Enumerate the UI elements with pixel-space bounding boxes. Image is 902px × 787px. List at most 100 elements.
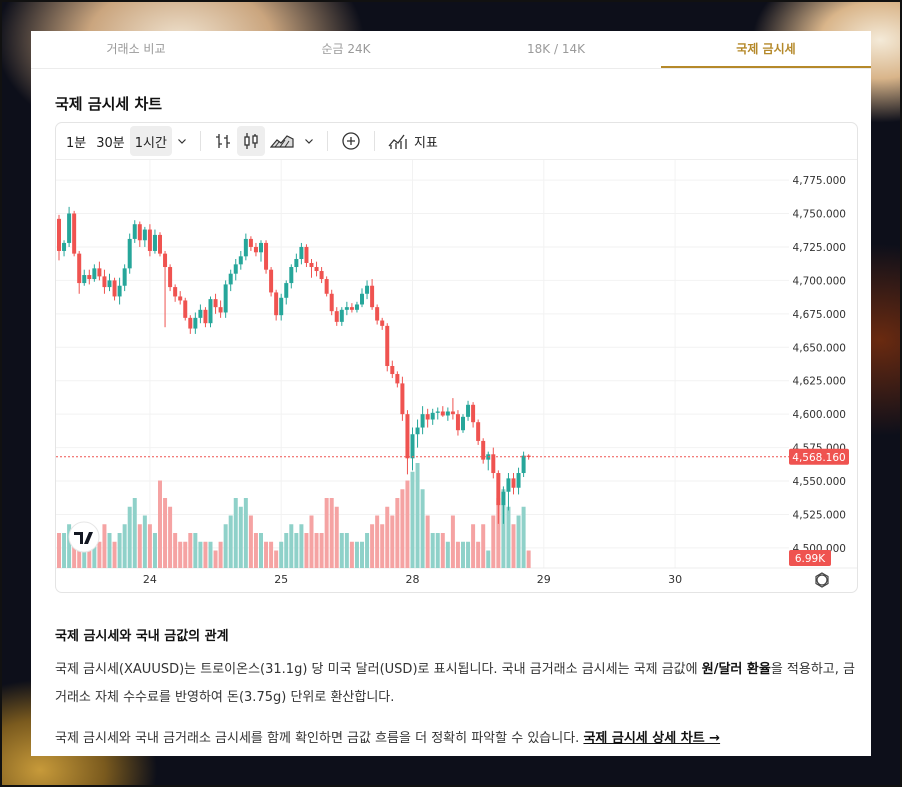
price-chart-widget[interactable]: 1분 30분 1시간 지표 4,775.000 4,750.000 4,725.… — [55, 122, 858, 593]
volume-bar — [122, 524, 127, 568]
candle-body — [72, 213, 77, 254]
x-tick-label: 30 — [668, 573, 682, 586]
candle-body — [339, 309, 344, 322]
candle-body — [294, 258, 299, 268]
volume-bar — [183, 541, 188, 568]
interval-30m-button[interactable]: 30분 — [91, 126, 130, 156]
y-tick-label: 4,700.000 — [793, 275, 846, 287]
candle-body — [132, 224, 137, 239]
candle-body — [344, 307, 349, 310]
indicators-button[interactable]: 지표 — [383, 126, 443, 156]
add-compare-icon[interactable] — [336, 126, 366, 156]
candle-body — [218, 307, 223, 313]
candle-body — [213, 299, 218, 308]
volume-bar — [158, 480, 162, 568]
candle-body — [253, 246, 258, 253]
tab-international-gold[interactable]: 국제 금시세 — [661, 31, 871, 68]
candle-body — [390, 366, 395, 375]
settings-gear-icon[interactable] — [816, 574, 828, 586]
candle-body — [455, 414, 460, 431]
toolbar-divider — [326, 131, 328, 151]
volume-bar — [279, 541, 284, 568]
chevron-down-icon[interactable] — [299, 126, 319, 156]
x-tick-label: 29 — [537, 573, 551, 586]
candle-body — [183, 300, 188, 318]
candle-body — [127, 238, 132, 269]
volume-bar — [314, 533, 319, 568]
volume-bar — [400, 489, 405, 568]
volume-bar — [471, 524, 476, 568]
candle-body — [62, 242, 67, 251]
y-tick-label: 4,650.000 — [793, 342, 846, 354]
chevron-down-icon[interactable] — [172, 126, 192, 156]
tab-18k-14k[interactable]: 18K / 14K — [451, 31, 661, 68]
y-tick-label: 4,525.000 — [793, 509, 846, 521]
candle-body — [324, 279, 329, 294]
candle-body — [102, 276, 107, 288]
volume-bar — [299, 524, 304, 568]
volume-bar — [445, 541, 450, 568]
candle-body — [203, 309, 208, 324]
candle-body — [516, 473, 521, 488]
candle-body — [496, 473, 501, 506]
candle-body — [223, 284, 228, 313]
volume-bar — [264, 541, 269, 568]
tradingview-logo-icon — [68, 521, 100, 553]
candle-body — [380, 320, 385, 326]
candle-body — [471, 404, 476, 423]
candle-body — [415, 427, 420, 435]
candle-body — [395, 374, 400, 384]
candle-body — [370, 285, 375, 308]
x-tick-label: 28 — [406, 573, 420, 586]
chart-toolbar: 1분 30분 1시간 지표 — [56, 123, 857, 160]
bar-style-icon[interactable] — [209, 126, 237, 156]
candle-body — [248, 238, 253, 247]
candle-body — [92, 268, 97, 280]
volume-bar — [349, 541, 354, 568]
candle-body — [279, 297, 284, 316]
volume-bar — [218, 541, 223, 568]
candle-body — [360, 293, 364, 305]
candle-body — [274, 292, 279, 316]
candle-body — [430, 412, 435, 420]
volume-label: 6.99K — [795, 553, 826, 565]
candle-body — [349, 307, 354, 310]
interval-1m-button[interactable]: 1분 — [61, 126, 91, 156]
candle-body — [511, 478, 516, 488]
volume-bar — [97, 541, 102, 568]
candle-body — [400, 383, 405, 415]
volume-bar — [233, 498, 238, 568]
volume-bar — [238, 506, 243, 568]
candle-body — [173, 287, 178, 297]
volume-bar — [516, 515, 521, 568]
volume-bar — [188, 533, 193, 568]
candle-body — [97, 268, 102, 277]
info-heading: 국제 금시세와 국내 금값의 관계 — [55, 629, 229, 644]
candle-body — [304, 246, 309, 264]
volume-bar — [334, 506, 339, 568]
candle-body — [354, 304, 359, 310]
area-style-icon[interactable] — [265, 126, 299, 156]
tab-pure-gold-24k[interactable]: 순금 24K — [241, 31, 451, 68]
volume-bar — [269, 541, 274, 568]
volume-bar — [208, 541, 213, 568]
volume-bar — [324, 498, 329, 568]
volume-bar — [405, 480, 410, 568]
volume-bar — [506, 506, 511, 568]
candle-body — [188, 317, 193, 329]
candle-body — [289, 267, 294, 284]
candle-body — [385, 325, 390, 367]
section-title: 국제 금시세 차트 — [55, 95, 163, 113]
candle-body — [152, 234, 157, 251]
volume-bar — [142, 515, 147, 568]
candle-body — [168, 267, 173, 288]
candle-body — [193, 317, 198, 329]
volume-bar — [173, 533, 178, 568]
detail-chart-link[interactable]: 국제 금시세 상세 차트 → — [583, 731, 720, 746]
candle-style-icon[interactable] — [236, 126, 265, 156]
interval-1h-button[interactable]: 1시간 — [129, 126, 172, 156]
candle-body — [425, 414, 430, 420]
tab-exchange-compare[interactable]: 거래소 비교 — [31, 31, 241, 68]
volume-bar — [486, 550, 491, 568]
candlestick-chart[interactable]: 4,775.000 4,750.000 4,725.000 4,700.000 4,67… — [56, 160, 857, 592]
